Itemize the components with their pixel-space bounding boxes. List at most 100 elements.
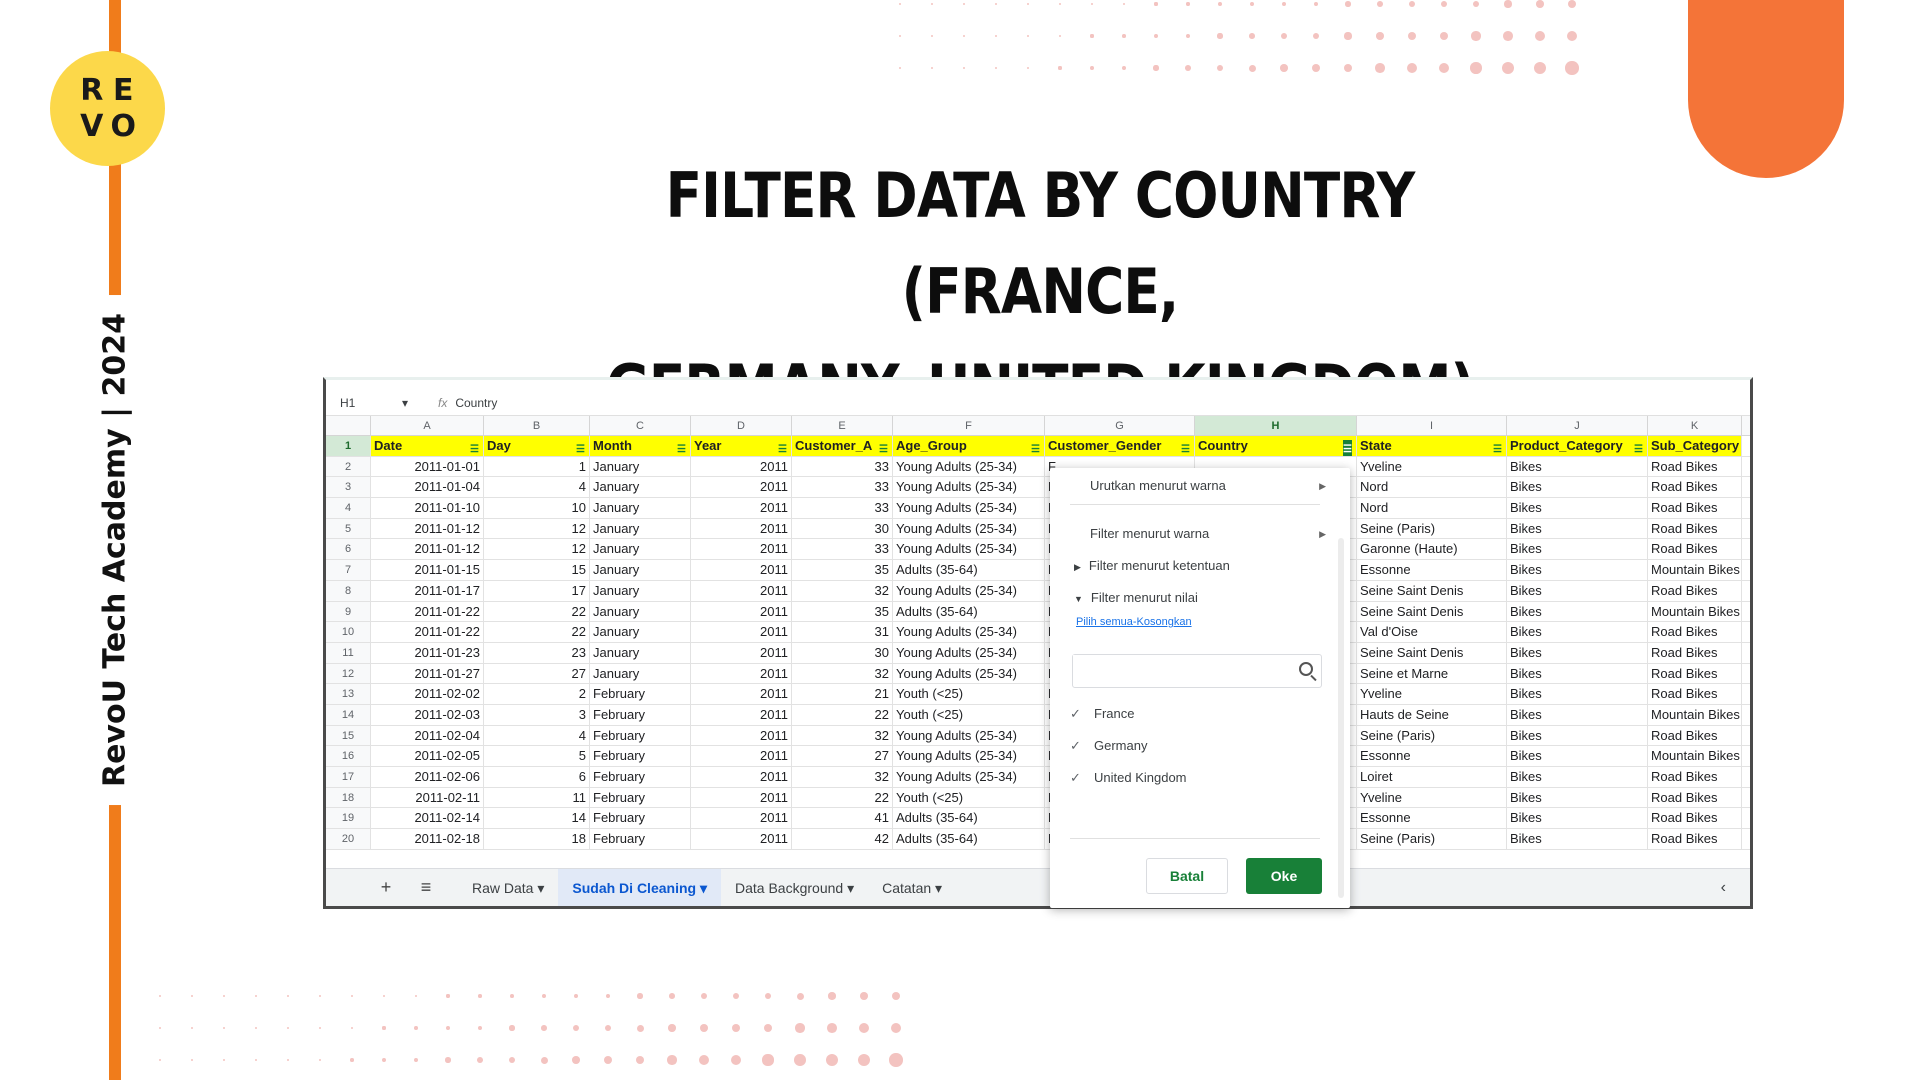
table-cell[interactable]: 2011-02-02 bbox=[371, 684, 484, 704]
row-number[interactable]: 4 bbox=[326, 498, 371, 518]
table-cell[interactable]: Bikes bbox=[1507, 456, 1648, 477]
table-cell[interactable]: Seine (Paris) bbox=[1357, 518, 1507, 539]
header-cell[interactable]: Product_Category ☰ bbox=[1507, 436, 1648, 456]
header-cell[interactable]: Customer_A ☰ bbox=[792, 436, 893, 456]
table-cell[interactable]: February bbox=[590, 808, 691, 829]
row-number[interactable]: 5 bbox=[326, 518, 371, 539]
sort-by-color-item[interactable]: Urutkan menurut warna bbox=[1090, 478, 1226, 493]
table-cell[interactable]: Yveline bbox=[1357, 456, 1507, 477]
table-cell[interactable]: Adults (35-64) bbox=[893, 601, 1045, 622]
row-number[interactable]: 3 bbox=[326, 477, 371, 498]
table-cell[interactable]: Bikes bbox=[1507, 808, 1648, 829]
filter-option[interactable]: ✓ Germany bbox=[1070, 738, 1147, 753]
table-cell[interactable]: 33 bbox=[792, 477, 893, 498]
sheet-list-icon[interactable]: ≡ bbox=[406, 877, 446, 898]
cancel-button[interactable]: Batal bbox=[1146, 858, 1228, 894]
name-box[interactable]: H1 ▾ bbox=[326, 396, 424, 410]
table-cell[interactable]: 3 bbox=[484, 704, 590, 725]
select-all-link[interactable]: Pilih semua bbox=[1076, 616, 1133, 628]
table-cell[interactable]: 4 bbox=[484, 725, 590, 746]
table-cell[interactable]: 2011-02-18 bbox=[371, 829, 484, 849]
table-cell[interactable]: Road Bikes bbox=[1648, 787, 1742, 808]
table-cell[interactable]: 17 bbox=[484, 580, 590, 601]
sheet-tab[interactable]: Data Background ▾ bbox=[721, 869, 868, 907]
table-cell[interactable]: Young Adults (25-34) bbox=[893, 725, 1045, 746]
table-cell[interactable]: 32 bbox=[792, 663, 893, 684]
row-number[interactable]: 11 bbox=[326, 642, 371, 663]
table-cell[interactable]: Yveline bbox=[1357, 787, 1507, 808]
table-cell[interactable]: Bikes bbox=[1507, 642, 1648, 663]
table-cell[interactable]: 2011 bbox=[691, 725, 792, 746]
sheet-tab[interactable]: Raw Data ▾ bbox=[458, 869, 558, 907]
table-cell[interactable]: 21 bbox=[792, 684, 893, 704]
table-cell[interactable]: 14 bbox=[484, 808, 590, 829]
table-cell[interactable]: Seine Saint Denis bbox=[1357, 580, 1507, 601]
table-cell[interactable]: Road Bikes bbox=[1648, 498, 1742, 518]
row-number[interactable]: 13 bbox=[326, 684, 371, 704]
header-cell[interactable]: Customer_Gender ☰ bbox=[1045, 436, 1195, 456]
filter-by-condition-item[interactable]: ▶ Filter menurut ketentuan bbox=[1074, 558, 1230, 573]
table-cell[interactable]: 42 bbox=[792, 829, 893, 849]
column-letter[interactable]: D bbox=[691, 416, 792, 435]
table-cell[interactable]: Bikes bbox=[1507, 518, 1648, 539]
table-cell[interactable]: 2011-01-12 bbox=[371, 518, 484, 539]
table-cell[interactable]: Val d'Oise bbox=[1357, 622, 1507, 642]
table-cell[interactable]: January bbox=[590, 477, 691, 498]
table-cell[interactable]: 33 bbox=[792, 539, 893, 560]
column-letter[interactable]: G bbox=[1045, 416, 1195, 435]
table-cell[interactable]: 22 bbox=[484, 601, 590, 622]
table-cell[interactable]: January bbox=[590, 456, 691, 477]
table-cell[interactable]: Bikes bbox=[1507, 498, 1648, 518]
row-number[interactable]: 17 bbox=[326, 767, 371, 787]
row-number[interactable]: 2 bbox=[326, 456, 371, 477]
table-cell[interactable]: Garonne (Haute) bbox=[1357, 539, 1507, 560]
table-cell[interactable]: Seine Saint Denis bbox=[1357, 601, 1507, 622]
table-cell[interactable]: Youth (<25) bbox=[893, 684, 1045, 704]
header-cell[interactable]: Year ☰ bbox=[691, 436, 792, 456]
table-cell[interactable]: Bikes bbox=[1507, 477, 1648, 498]
table-cell[interactable]: January bbox=[590, 642, 691, 663]
table-cell[interactable]: Adults (35-64) bbox=[893, 808, 1045, 829]
table-cell[interactable]: Mountain Bikes bbox=[1648, 746, 1742, 766]
table-cell[interactable]: Bikes bbox=[1507, 663, 1648, 684]
ok-button[interactable]: Oke bbox=[1246, 858, 1322, 894]
table-cell[interactable]: Road Bikes bbox=[1648, 663, 1742, 684]
table-cell[interactable]: 22 bbox=[484, 622, 590, 642]
table-cell[interactable]: Seine (Paris) bbox=[1357, 725, 1507, 746]
table-cell[interactable]: Young Adults (25-34) bbox=[893, 746, 1045, 766]
header-cell[interactable]: Age_Group ☰ bbox=[893, 436, 1045, 456]
table-cell[interactable]: Mountain Bikes bbox=[1648, 560, 1742, 580]
table-cell[interactable]: February bbox=[590, 746, 691, 766]
row-number[interactable]: 14 bbox=[326, 704, 371, 725]
table-cell[interactable]: Young Adults (25-34) bbox=[893, 767, 1045, 787]
column-letter[interactable]: A bbox=[371, 416, 484, 435]
row-number[interactable]: 16 bbox=[326, 746, 371, 766]
table-cell[interactable]: Adults (35-64) bbox=[893, 560, 1045, 580]
table-cell[interactable]: 30 bbox=[792, 642, 893, 663]
table-cell[interactable]: January bbox=[590, 560, 691, 580]
table-cell[interactable]: 12 bbox=[484, 539, 590, 560]
add-sheet-icon[interactable]: + bbox=[366, 877, 406, 898]
row-number[interactable]: 7 bbox=[326, 560, 371, 580]
table-cell[interactable]: 10 bbox=[484, 498, 590, 518]
table-cell[interactable]: Road Bikes bbox=[1648, 622, 1742, 642]
table-cell[interactable]: January bbox=[590, 539, 691, 560]
table-cell[interactable]: Young Adults (25-34) bbox=[893, 663, 1045, 684]
table-cell[interactable]: 2011-01-23 bbox=[371, 642, 484, 663]
table-cell[interactable]: 32 bbox=[792, 725, 893, 746]
row-number[interactable]: 10 bbox=[326, 622, 371, 642]
row-number[interactable]: 1 bbox=[326, 436, 371, 456]
table-cell[interactable]: Bikes bbox=[1507, 601, 1648, 622]
table-cell[interactable]: Essonne bbox=[1357, 746, 1507, 766]
table-cell[interactable]: 2011-01-04 bbox=[371, 477, 484, 498]
row-number[interactable]: 19 bbox=[326, 808, 371, 829]
table-cell[interactable]: Hauts de Seine bbox=[1357, 704, 1507, 725]
table-cell[interactable]: Young Adults (25-34) bbox=[893, 539, 1045, 560]
formula-input[interactable]: Country bbox=[455, 396, 497, 410]
table-cell[interactable]: Bikes bbox=[1507, 560, 1648, 580]
table-cell[interactable]: Road Bikes bbox=[1648, 580, 1742, 601]
table-cell[interactable]: Bikes bbox=[1507, 684, 1648, 704]
table-cell[interactable]: February bbox=[590, 684, 691, 704]
table-cell[interactable]: February bbox=[590, 767, 691, 787]
table-cell[interactable]: 2011 bbox=[691, 746, 792, 766]
